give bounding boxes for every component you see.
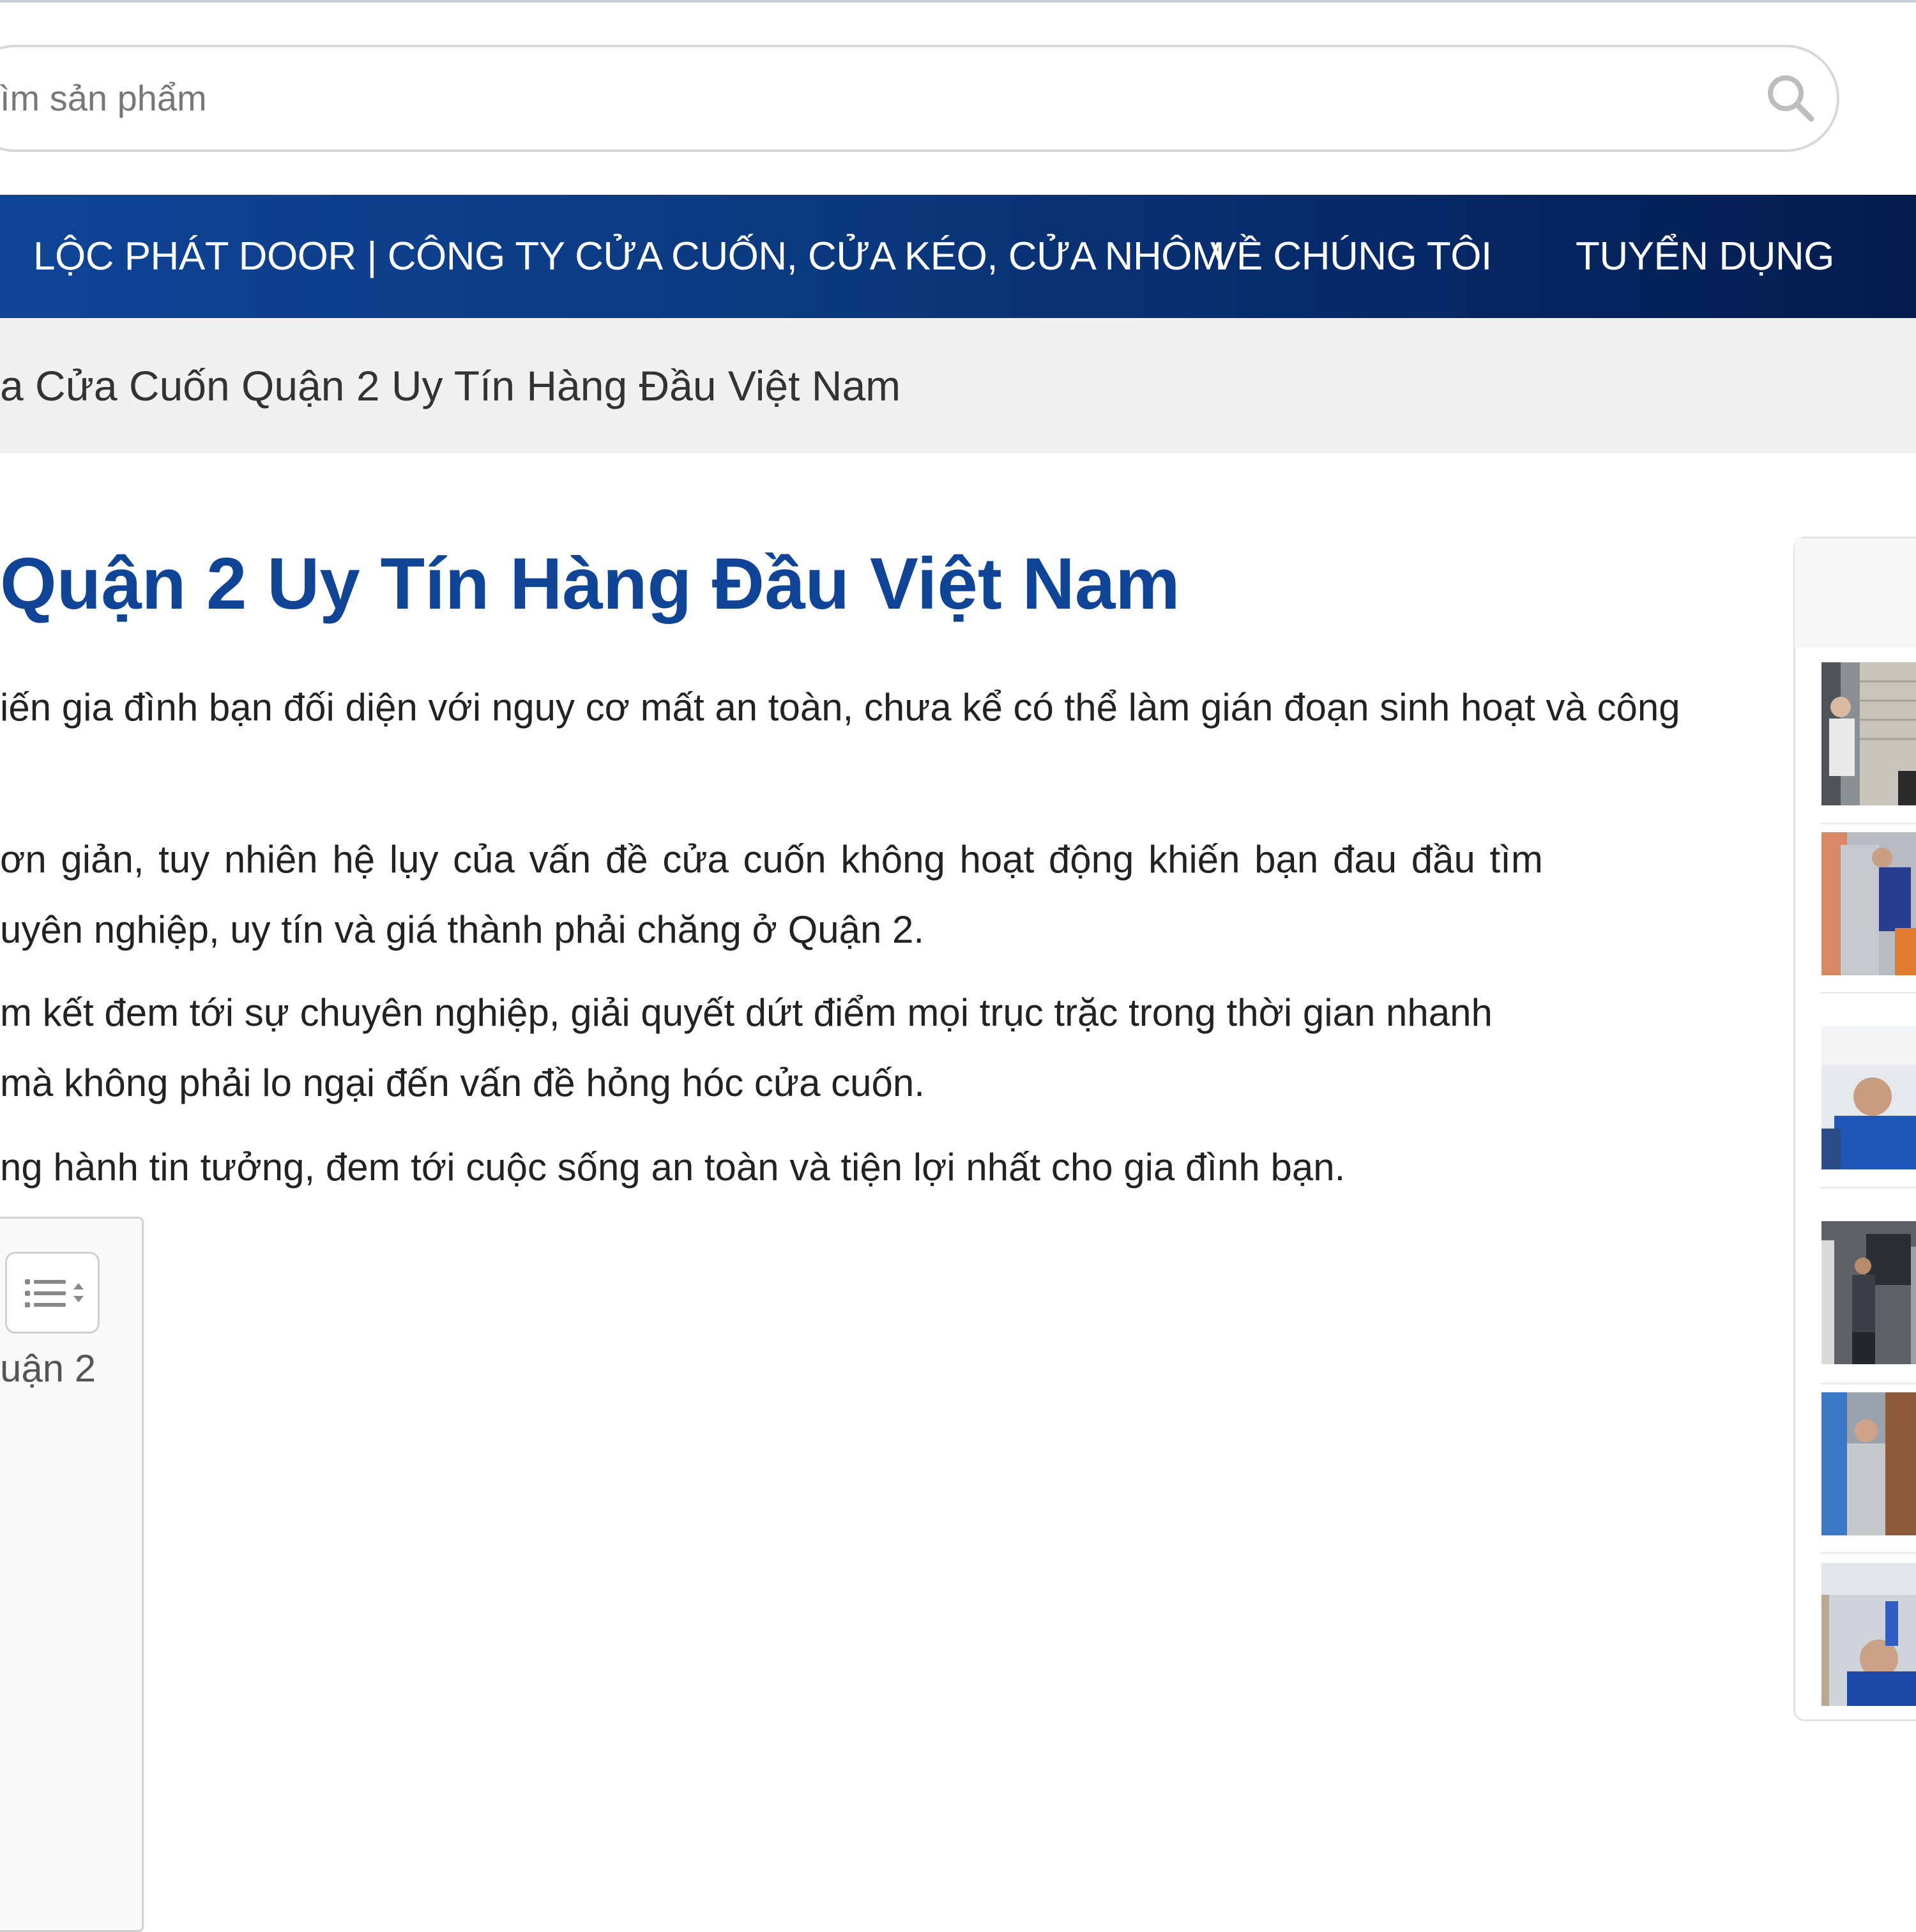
sidebar-divider	[1820, 1187, 1916, 1189]
window-top-border	[0, 0, 1916, 3]
paragraph-line: mà không phải lo ngại đến vấn đề hỏng hó…	[0, 1061, 925, 1104]
worker-photo-thumbnail	[1821, 1563, 1916, 1706]
sidebar-thumbnail[interactable]	[1821, 832, 1916, 975]
worker-photo-thumbnail	[1821, 1026, 1916, 1169]
paragraph-line: ng hành tin tưởng, đem tới cuộc sống an …	[0, 1146, 1346, 1189]
toc-toggle-button[interactable]	[5, 1252, 100, 1334]
breadcrumb-current: a Cửa Cuốn Quận 2 Uy Tín Hàng Đầu Việt N…	[0, 362, 901, 409]
sidebar-divider	[1820, 1383, 1916, 1385]
sidebar-thumbnail[interactable]	[1821, 1221, 1916, 1364]
sidebar-divider	[1820, 823, 1916, 825]
main-nav: LỘC PHÁT DOOR | CÔNG TY CỬA CUỐN, CỬA KÉ…	[0, 195, 1916, 318]
toc-item[interactable]: uận 2	[0, 1344, 96, 1393]
search-placeholder: ìm sản phẩm	[0, 78, 207, 118]
worker-photo-thumbnail	[1821, 1221, 1916, 1364]
nav-item-about[interactable]: VỀ CHÚNG TÔI	[1210, 195, 1492, 318]
paragraph-line: m kết đem tới sự chuyên nghiệp, giải quy…	[0, 991, 1493, 1034]
worker-photo-thumbnail	[1821, 662, 1916, 805]
nav-item-careers[interactable]: TUYỂN DỤNG	[1576, 195, 1834, 318]
sidebar-thumbnail[interactable]	[1821, 1563, 1916, 1706]
paragraph-line: uyên nghiệp, uy tín và giá thành phải ch…	[0, 908, 925, 951]
worker-photo-thumbnail	[1821, 832, 1916, 975]
search-icon[interactable]	[1763, 70, 1816, 124]
sidebar-thumbnail[interactable]	[1821, 1392, 1916, 1535]
paragraph-line: ơn giản, tuy nhiên hệ lụy của vấn đề cửa…	[0, 838, 1543, 881]
sidebar-divider	[1820, 1552, 1916, 1554]
sidebar-header	[1795, 538, 1916, 647]
worker-photo-thumbnail	[1821, 1392, 1916, 1535]
search-input[interactable]	[0, 45, 1839, 152]
page-title: Quận 2 Uy Tín Hàng Đầu Việt Nam	[0, 544, 1180, 625]
sidebar-thumbnail[interactable]	[1821, 1026, 1916, 1169]
paragraph-line: iến gia đình bạn đối diện với nguy cơ mấ…	[0, 686, 1680, 729]
sidebar-thumbnail[interactable]	[1821, 662, 1916, 805]
nav-item-home[interactable]: LỘC PHÁT DOOR | CÔNG TY CỬA CUỐN, CỬA KÉ…	[33, 195, 1225, 318]
sidebar-divider	[1820, 992, 1916, 994]
list-toggle-icon	[25, 1279, 84, 1307]
